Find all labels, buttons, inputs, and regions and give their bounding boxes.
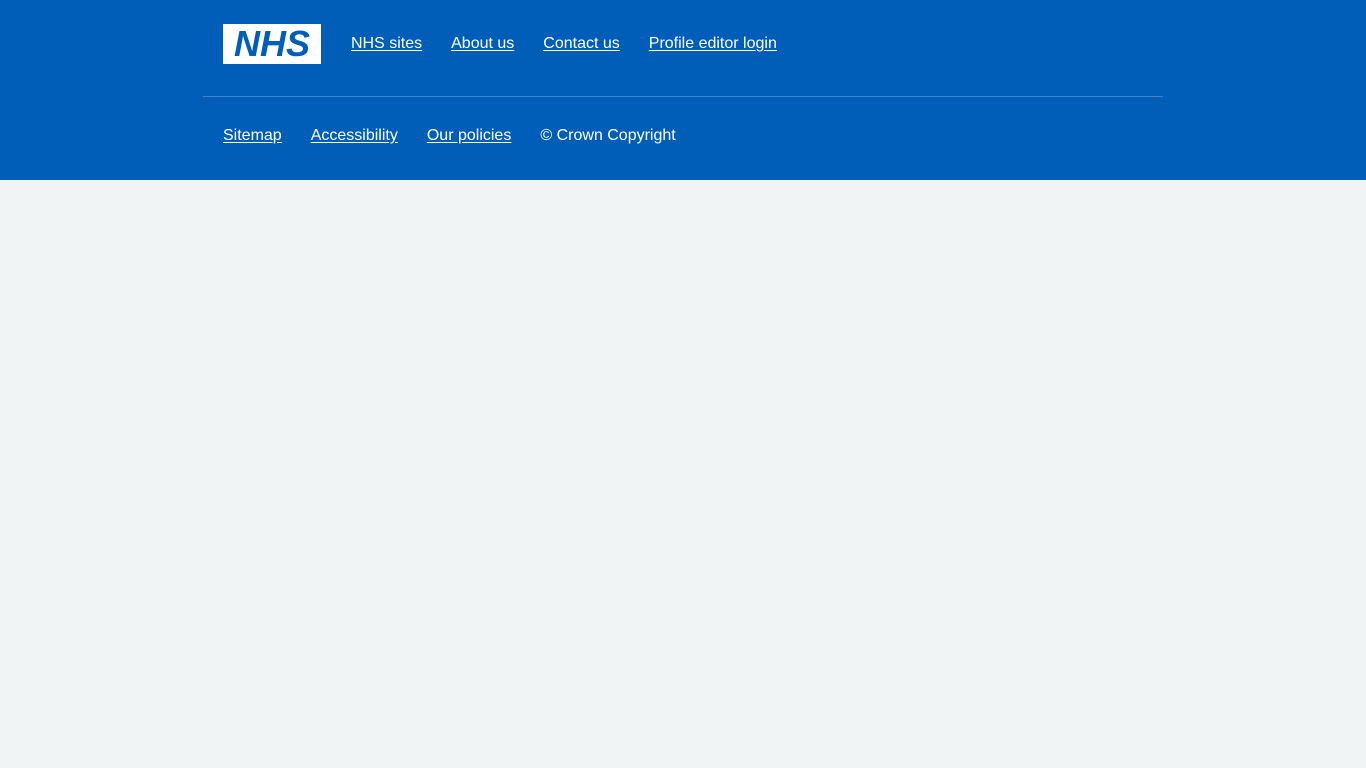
accessibility-link[interactable]: Accessibility <box>311 124 398 148</box>
footer-divider <box>203 96 1163 97</box>
copyright-text: © Crown Copyright <box>540 127 676 144</box>
sitemap-link[interactable]: Sitemap <box>223 124 282 148</box>
nhs-logo-icon: NHS <box>233 23 310 64</box>
nhs-sites-link[interactable]: NHS sites <box>351 32 422 56</box>
footer-primary-nav: NHS sites About us Contact us Profile ed… <box>351 32 806 56</box>
contact-us-link[interactable]: Contact us <box>543 32 619 56</box>
our-policies-link[interactable]: Our policies <box>427 124 511 148</box>
page-body-empty <box>0 180 1366 768</box>
footer-top-row: NHS NHS sites About us Contact us Profil… <box>223 24 806 64</box>
site-footer: NHS NHS sites About us Contact us Profil… <box>0 0 1366 180</box>
about-us-link[interactable]: About us <box>451 32 514 56</box>
nhs-logo-link[interactable]: NHS <box>223 24 321 64</box>
profile-editor-login-link[interactable]: Profile editor login <box>649 32 777 56</box>
footer-bottom-row: Sitemap Accessibility Our policies © Cro… <box>223 124 676 148</box>
footer-container: NHS NHS sites About us Contact us Profil… <box>203 0 1163 180</box>
